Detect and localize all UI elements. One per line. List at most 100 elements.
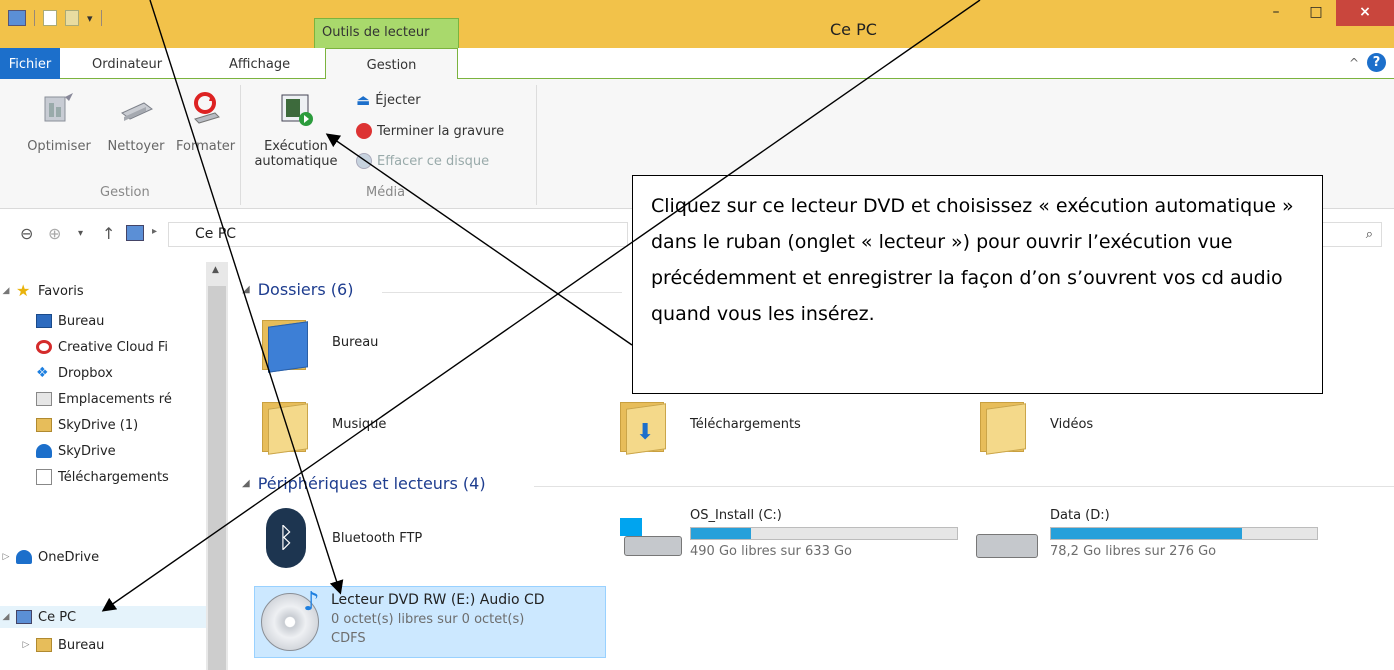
qat-separator-2 — [100, 10, 102, 26]
downloads-folder-icon: ⬇ — [620, 396, 668, 455]
ribbon-right-controls: ^ ? — [1349, 53, 1386, 72]
finish-burning-button[interactable]: Terminer la gravure — [356, 123, 504, 139]
sidebar-item-onedrive[interactable]: ▷ OneDrive — [0, 546, 206, 568]
context-tab-drive-tools: Outils de lecteur — [314, 18, 459, 48]
windows-drive-icon — [620, 518, 682, 558]
folder-tile-music[interactable]: Musique — [262, 396, 386, 455]
collapse-arrow-icon: ◢ — [242, 478, 250, 489]
drive-usage-fill — [1051, 528, 1242, 539]
expand-arrow-icon[interactable]: ▷ — [0, 552, 12, 562]
up-button[interactable]: ↑ — [102, 224, 115, 243]
scroll-up-icon[interactable]: ▲ — [212, 265, 219, 275]
optimize-button[interactable]: Optimiser — [18, 91, 100, 154]
device-label: Bluetooth FTP — [332, 530, 423, 546]
cleanup-label: Nettoyer — [107, 139, 165, 154]
group-label-manage: Gestion — [100, 185, 150, 200]
section-title: Périphériques et lecteurs (4) — [257, 474, 486, 493]
navigation-pane: ◢ ★ Favoris Bureau Creative Cloud Fi ❖ D… — [0, 262, 230, 670]
collapse-arrow-icon[interactable]: ◢ — [0, 286, 12, 296]
cloud-icon — [36, 444, 52, 458]
sidebar-label: Ce PC — [38, 609, 77, 625]
eject-label: Éjecter — [375, 92, 421, 108]
section-divider — [382, 292, 622, 293]
sidebar-label: OneDrive — [38, 549, 100, 565]
desktop-folder-icon — [36, 638, 52, 652]
folder-label: Téléchargements — [690, 416, 801, 432]
drive-filesystem: CDFS — [331, 631, 366, 646]
sidebar-item-pc-desktop[interactable]: ▷ Bureau — [20, 634, 226, 656]
tab-file[interactable]: Fichier — [0, 48, 60, 79]
music-folder-icon — [262, 396, 310, 455]
devices-section-header[interactable]: ◢ Périphériques et lecteurs (4) — [242, 474, 486, 493]
document-icon — [36, 469, 52, 485]
section-divider — [534, 486, 1394, 487]
help-icon[interactable]: ? — [1367, 53, 1386, 72]
new-folder-icon[interactable] — [65, 10, 79, 26]
dvd-drive-tile[interactable]: ♪ Lecteur DVD RW (E:) Audio CD 0 octet(s… — [254, 586, 606, 658]
breadcrumb-chevron-icon[interactable]: ▸ — [152, 226, 157, 237]
folder-tile-desktop[interactable]: Bureau — [262, 314, 378, 373]
tab-view[interactable]: Affichage — [229, 48, 290, 79]
bluetooth-icon: ᛒ — [266, 508, 306, 568]
sidebar-label: Bureau — [58, 637, 105, 653]
drive-name: Lecteur DVD RW (E:) Audio CD — [331, 592, 545, 608]
autoplay-icon — [281, 94, 313, 126]
minimize-button[interactable]: – — [1256, 0, 1296, 26]
dvd-info: Lecteur DVD RW (E:) Audio CD 0 octet(s) … — [331, 591, 545, 648]
drive-free-space: 0 octet(s) libres sur 0 octet(s) — [331, 612, 525, 627]
recent-dropdown-icon[interactable]: ▾ — [78, 228, 83, 239]
sidebar-scrollbar[interactable]: ▲ — [206, 262, 228, 670]
window-title: Ce PC — [830, 20, 877, 39]
close-button[interactable]: × — [1336, 0, 1394, 26]
computer-icon-address — [126, 225, 144, 241]
search-icon[interactable]: ⌕ — [1366, 227, 1373, 242]
forward-button[interactable]: ⊕ — [48, 224, 61, 243]
maximize-button[interactable]: □ — [1296, 0, 1336, 26]
address-bar[interactable]: Ce PC — [168, 222, 628, 247]
properties-icon[interactable] — [43, 10, 57, 26]
window-controls: – □ × — [1256, 0, 1394, 26]
optimize-icon — [44, 93, 73, 122]
erase-disc-button[interactable]: Effacer ce disque — [356, 153, 489, 169]
expand-arrow-icon[interactable]: ▷ — [20, 640, 32, 650]
folders-section-header[interactable]: ◢ Dossiers (6) — [242, 280, 353, 299]
sidebar-label: Favoris — [38, 283, 84, 299]
back-button[interactable]: ⊖ — [20, 224, 33, 243]
chevron-up-icon[interactable]: ^ — [1349, 56, 1359, 70]
drive-free-space: 78,2 Go libres sur 276 Go — [1050, 544, 1217, 559]
tab-computer[interactable]: Ordinateur — [92, 48, 162, 79]
breadcrumb[interactable]: Ce PC — [195, 226, 236, 242]
folder-tile-videos[interactable]: Vidéos — [980, 396, 1094, 455]
collapse-arrow-icon: ◢ — [242, 284, 250, 295]
drive-name: OS_Install (C:) — [690, 508, 782, 523]
drive-c-info: OS_Install (C:) 490 Go libres sur 633 Go — [690, 508, 958, 559]
format-button[interactable]: Formater — [176, 91, 235, 154]
annotation-callout: Cliquez sur ce lecteur DVD et choisissez… — [632, 175, 1323, 394]
cleanup-button[interactable]: Nettoyer — [96, 91, 176, 154]
computer-icon — [16, 610, 32, 624]
collapse-arrow-icon[interactable]: ◢ — [0, 612, 12, 622]
erase-disc-label: Effacer ce disque — [377, 153, 490, 169]
qat-dropdown-icon[interactable]: ▾ — [87, 12, 93, 25]
optimize-label: Optimiser — [27, 139, 91, 154]
sidebar-item-this-pc[interactable]: ◢ Ce PC — [0, 606, 206, 628]
computer-icon[interactable] — [8, 10, 26, 26]
device-tile-bluetooth[interactable]: ᛒ Bluetooth FTP — [266, 508, 422, 568]
qat-separator — [34, 10, 35, 26]
hard-drive-icon — [976, 534, 1038, 558]
autoplay-label-2: automatique — [254, 154, 338, 169]
sidebar-label: Creative Cloud Fi — [58, 339, 169, 355]
sidebar-item-favorites[interactable]: ◢ ★ Favoris — [0, 280, 206, 302]
burn-icon — [356, 123, 372, 139]
tab-manage[interactable]: Gestion — [325, 48, 458, 80]
folder-tile-downloads[interactable]: ⬇ Téléchargements — [620, 396, 801, 455]
creative-cloud-icon — [36, 340, 52, 354]
music-note-icon: ♪ — [303, 587, 320, 617]
folder-label: Vidéos — [1050, 416, 1094, 432]
scrollbar-thumb[interactable] — [208, 286, 226, 670]
drive-free-space: 490 Go libres sur 633 Go — [690, 544, 853, 559]
group-separator-2 — [536, 85, 537, 205]
sidebar-label: SkyDrive (1) — [58, 417, 139, 433]
autoplay-button[interactable]: Exécution automatique — [246, 91, 346, 169]
eject-button[interactable]: ⏏ Éjecter — [356, 91, 421, 109]
